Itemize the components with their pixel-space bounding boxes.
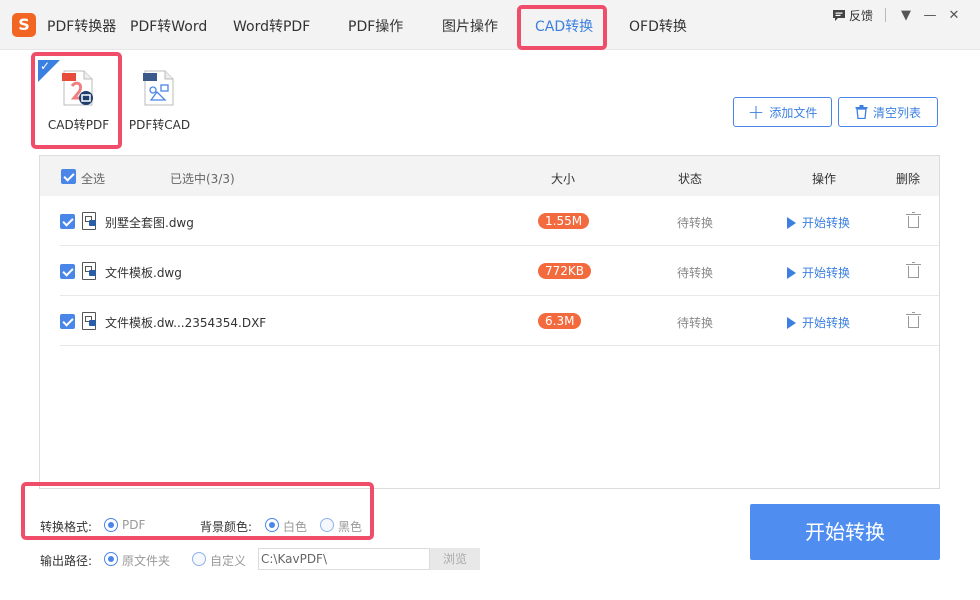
feedback-icon [832, 9, 845, 21]
logo-letter: S [18, 15, 30, 34]
dwg-file-icon [82, 262, 96, 280]
bg-black-radio[interactable] [320, 518, 334, 532]
output-path-input[interactable]: C:\KavPDF\ [258, 548, 430, 570]
select-all-checkbox[interactable] [61, 169, 76, 184]
delete-row-icon[interactable] [906, 262, 921, 278]
dwg-file-icon [82, 212, 96, 230]
row-checkbox[interactable] [60, 314, 75, 329]
tab-image-operations[interactable]: 图片操作 [442, 16, 498, 36]
feedback-button[interactable]: 反馈 [832, 7, 873, 24]
bg-white-radio[interactable] [265, 518, 279, 532]
menu-dropdown-icon[interactable]: ▼ [898, 8, 914, 23]
clear-list-button[interactable]: 清空列表 [838, 97, 938, 127]
app-logo-icon: S [12, 13, 36, 37]
delete-row-icon[interactable] [906, 212, 921, 228]
delete-row-icon[interactable] [906, 312, 921, 328]
tab-pdf-to-word[interactable]: PDF转Word [130, 16, 207, 36]
tab-pdf-operations[interactable]: PDF操作 [348, 16, 403, 36]
file-status: 待转换 [677, 216, 714, 230]
table-row: 文件模板.dw...2354354.DXF 6.3M 待转换 开始转换 [60, 296, 939, 346]
close-icon[interactable]: ✕ [946, 8, 962, 23]
file-size-badge: 6.3M [538, 313, 582, 329]
header-size: 大小 [551, 172, 576, 186]
format-label: 转换格式: [40, 520, 93, 534]
bg-white-label[interactable]: 白色 [283, 518, 307, 535]
divider [885, 8, 886, 22]
file-status: 待转换 [677, 266, 714, 280]
mode-label: PDF转CAD [128, 118, 191, 132]
mode-pdf-to-cad[interactable]: PDF转CAD [117, 58, 202, 138]
file-status: 待转换 [677, 316, 714, 330]
row-checkbox[interactable] [60, 214, 75, 229]
feedback-label: 反馈 [848, 8, 873, 23]
output-original-label[interactable]: 原文件夹 [122, 552, 170, 569]
start-convert-link[interactable]: 开始转换 [787, 314, 850, 331]
file-name: 文件模板.dw...2354354.DXF [105, 316, 267, 330]
output-custom-radio[interactable] [192, 552, 206, 566]
play-icon [787, 216, 796, 229]
background-color-label: 背景颜色: [200, 520, 253, 534]
file-name: 别墅全套图.dwg [105, 216, 194, 230]
dxf-file-icon [82, 312, 96, 330]
header-action: 操作 [812, 172, 837, 186]
add-file-button[interactable]: + 添加文件 [733, 97, 832, 127]
table-row: 别墅全套图.dwg 1.55M 待转换 开始转换 [60, 196, 939, 246]
start-convert-label: 开始转换 [802, 266, 851, 280]
play-icon [787, 316, 796, 329]
add-file-label: 添加文件 [769, 105, 818, 120]
row-checkbox[interactable] [60, 264, 75, 279]
start-convert-link[interactable]: 开始转换 [787, 214, 850, 231]
app-title: PDF转换器 [47, 19, 117, 35]
table-row: 文件模板.dwg 772KB 待转换 开始转换 [60, 246, 939, 296]
table-header: 全选 已选中(3/3) 大小 状态 操作 删除 [40, 156, 939, 196]
bg-black-label[interactable]: 黑色 [338, 518, 362, 535]
tab-ofd-convert[interactable]: OFD转换 [629, 16, 687, 36]
tab-highlight-box [517, 5, 607, 50]
output-custom-label[interactable]: 自定义 [210, 552, 246, 569]
top-bar: S PDF转换器 PDF转Word Word转PDF PDF操作 图片操作 CA… [0, 0, 980, 50]
file-size-badge: 1.55M [538, 213, 590, 229]
header-delete: 删除 [896, 172, 921, 186]
output-path-label: 输出路径: [40, 554, 93, 568]
format-pdf-radio[interactable] [104, 518, 118, 532]
mode-highlight-box [31, 52, 122, 149]
select-all-label[interactable]: 全选 [81, 170, 105, 187]
browse-button[interactable]: 浏览 [430, 548, 480, 570]
file-size-badge: 772KB [538, 263, 592, 279]
file-name: 文件模板.dwg [105, 266, 182, 280]
pdf-to-cad-icon [143, 70, 174, 106]
trash-icon [855, 105, 868, 119]
header-status: 状态 [678, 172, 703, 186]
file-table: 全选 已选中(3/3) 大小 状态 操作 删除 别墅全套图.dwg 1.55M … [39, 155, 940, 489]
minimize-icon[interactable]: — [922, 8, 938, 23]
play-icon [787, 266, 796, 279]
output-original-radio[interactable] [104, 552, 118, 566]
start-convert-link[interactable]: 开始转换 [787, 264, 850, 281]
window-controls: 反馈 ▼ — ✕ [832, 6, 962, 24]
start-convert-label: 开始转换 [802, 316, 851, 330]
start-convert-button[interactable]: 开始转换 [750, 504, 940, 560]
format-pdf-label[interactable]: PDF [122, 518, 145, 532]
start-convert-label: 开始转换 [802, 216, 851, 230]
clear-list-label: 清空列表 [872, 105, 921, 120]
selected-count: 已选中(3/3) [170, 172, 235, 186]
plus-icon: + [747, 100, 765, 124]
tab-word-to-pdf[interactable]: Word转PDF [233, 16, 310, 36]
